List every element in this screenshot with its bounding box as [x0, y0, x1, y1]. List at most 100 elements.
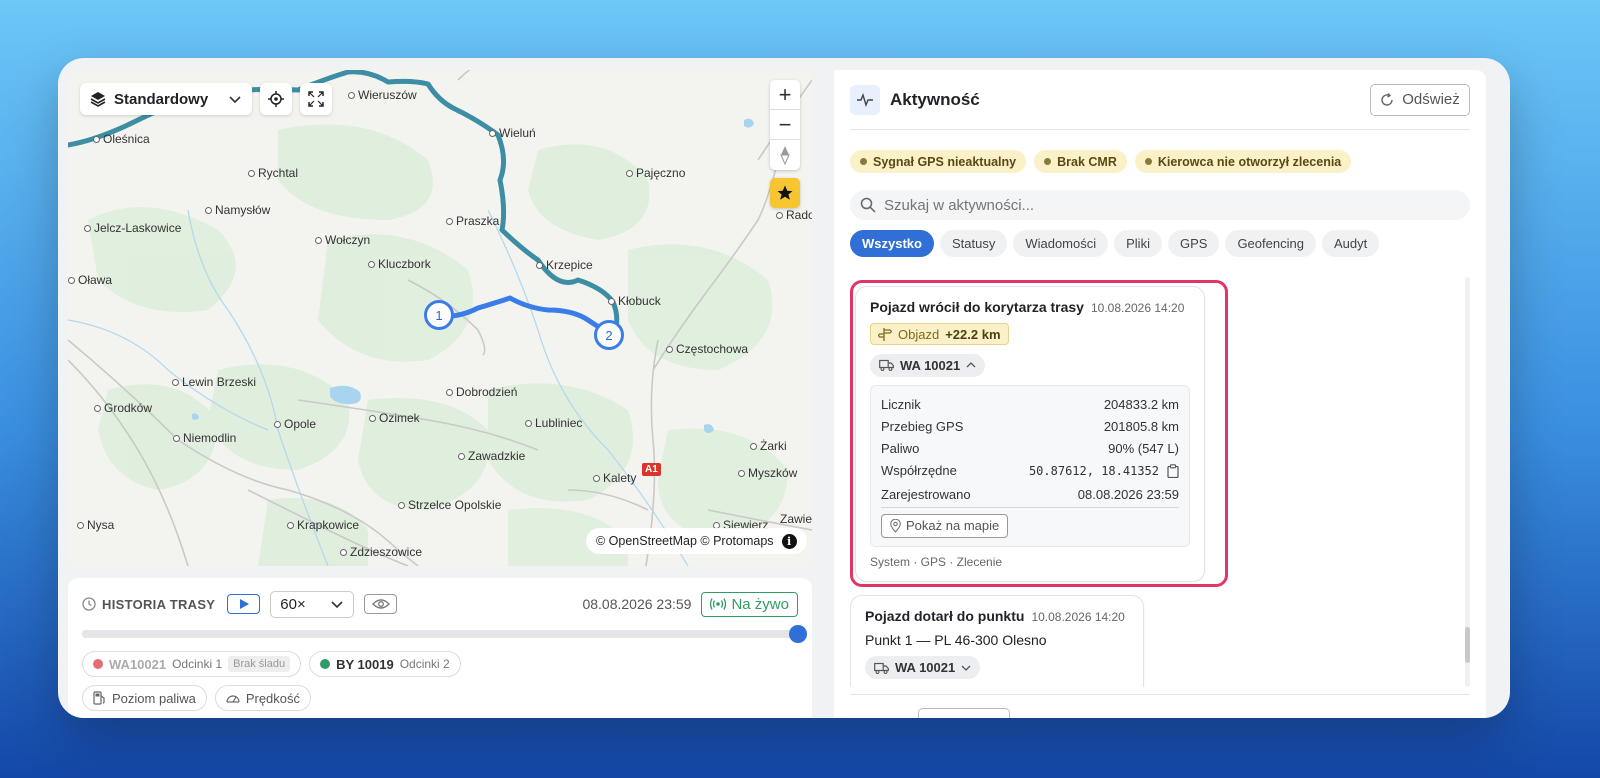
event-time: 10.08.2026 14:20 — [1090, 301, 1185, 315]
town-label: Strzelce Opolskie — [398, 498, 501, 512]
alert-missing-cmr[interactable]: Brak CMR — [1034, 150, 1127, 173]
refresh-label: Odśwież — [1402, 91, 1460, 108]
town-label: Praszka — [446, 214, 499, 228]
timeline-slider[interactable] — [82, 625, 807, 643]
compass-button[interactable] — [770, 140, 800, 170]
fullscreen-button[interactable] — [300, 83, 332, 115]
town-label: Oława — [68, 273, 112, 287]
play-button[interactable] — [227, 594, 261, 614]
detour-value: +22.2 km — [945, 326, 1001, 342]
truck-icon — [879, 359, 894, 371]
playback-speed-select[interactable]: 60× — [270, 590, 355, 618]
timeline-fill — [82, 630, 798, 638]
activity-search-input[interactable] — [884, 196, 1460, 214]
tab-audit[interactable]: Audyt — [1321, 230, 1380, 257]
layers-icon — [90, 92, 106, 107]
town-label: Zawadzkie — [458, 449, 525, 463]
tab-all[interactable]: Wszystko — [850, 230, 934, 257]
detail-row: Przebieg GPS 201805.8 km — [881, 419, 1179, 434]
fuel-level-label: Poziom paliwa — [112, 690, 196, 706]
town-label: Lewin Brzeski — [172, 375, 256, 389]
activity-title: Aktywność — [890, 89, 980, 109]
vehicle-segments: Odcinki 1 — [172, 657, 223, 671]
copy-icon[interactable] — [1167, 463, 1179, 478]
town-label: Wieluń — [489, 126, 536, 140]
speedometer-icon — [226, 695, 240, 703]
attribution-text: © OpenStreetMap © Protomaps — [596, 534, 774, 548]
detail-row: Paliwo 90% (547 L) — [881, 441, 1179, 456]
expand-icon — [308, 91, 324, 107]
vehicle-chip-by10019[interactable]: BY 10019 Odcinki 2 — [309, 651, 461, 677]
event-card-point-reached[interactable]: Pojazd dotarł do punktu 10.08.2026 14:20… — [850, 595, 1144, 687]
detail-row: Zarejestrowano 08.08.2026 23:59 — [881, 482, 1179, 508]
show-on-map-button[interactable]: Pokaż na mapie — [881, 513, 1009, 538]
alert-gps-stale[interactable]: Sygnał GPS nieaktualny — [850, 150, 1027, 173]
event-time: 10.08.2026 14:20 — [1031, 610, 1125, 624]
activity-tabs: Wszystko Statusy Wiadomości Pliki GPS Ge… — [850, 230, 1470, 257]
route-history-panel: HISTORIA TRASY 60× 08.08.2026 23:59 Na ż… — [68, 578, 812, 718]
town-label: Żarki — [750, 439, 787, 453]
town-label: Niemodlin — [173, 431, 236, 445]
refresh-button[interactable]: Odśwież — [1370, 83, 1470, 116]
live-button[interactable]: Na żywo — [701, 591, 798, 617]
history-title-text: HISTORIA TRASY — [102, 596, 216, 612]
locate-button[interactable] — [260, 83, 292, 115]
town-label: Zdzieszowice — [340, 545, 422, 559]
tab-gps[interactable]: GPS — [1167, 230, 1220, 257]
speed-toggle[interactable]: Prędkość — [214, 685, 312, 711]
favorite-button[interactable] — [770, 178, 800, 208]
town-label: Namysłów — [205, 203, 270, 217]
tab-messages[interactable]: Wiadomości — [1013, 230, 1109, 257]
route-marker-1[interactable]: 1 — [424, 300, 454, 330]
event-card-route-return[interactable]: Pojazd wrócił do korytarza trasy 10.08.2… — [855, 286, 1205, 582]
town-label: Pajęczno — [626, 166, 685, 180]
alert-list: Sygnał GPS nieaktualny Brak CMR Kierowca… — [850, 150, 1470, 173]
event-title: Pojazd wrócił do korytarza trasy — [870, 299, 1084, 315]
vehicle-name: WA10021 — [109, 656, 167, 672]
info-icon[interactable]: i — [781, 533, 797, 549]
town-label: Kluczbork — [368, 257, 431, 271]
zoom-in-button[interactable]: + — [770, 80, 800, 110]
tab-geofencing[interactable]: Geofencing — [1225, 230, 1316, 257]
alert-order-not-opened[interactable]: Kierowca nie otworzył zlecenia — [1134, 150, 1352, 173]
activity-feed[interactable]: Pojazd wrócił do korytarza trasy 10.08.2… — [850, 277, 1470, 687]
play-icon — [239, 599, 249, 609]
zoom-out-button[interactable]: − — [770, 110, 800, 140]
map-attribution: © OpenStreetMap © Protomaps i — [586, 528, 807, 554]
vehicle-chip-wa10021[interactable]: WA10021 Odcinki 1 Brak śladu — [82, 651, 302, 677]
feed-scrollbar[interactable] — [1465, 277, 1470, 687]
vehicle-tag[interactable]: WA 10021 — [870, 353, 986, 377]
chevron-up-icon — [966, 362, 976, 368]
town-label: Grodków — [94, 401, 152, 415]
chevron-down-icon — [961, 665, 971, 671]
event-description: Punkt 1 — PL 46-300 Olesno — [865, 632, 1047, 648]
town-label: Dobrodzień — [446, 385, 517, 399]
speed-label: Prędkość — [245, 690, 301, 706]
timeline-handle[interactable] — [789, 625, 807, 643]
event-title: Pojazd dotarł do punktu — [865, 608, 1025, 624]
tab-statuses[interactable]: Statusy — [939, 230, 1008, 257]
town-label: Krapkowice — [287, 518, 359, 532]
map-view[interactable]: Oleśnica Wieruszów Wieluń Pajęczno Rycht… — [68, 70, 812, 566]
town-label: Wieruszów — [348, 88, 417, 102]
route-marker-2[interactable]: 2 — [594, 320, 624, 350]
map-pin-icon — [890, 518, 901, 533]
town-label: Rychtal — [248, 166, 298, 180]
load-more-button[interactable] — [918, 708, 1010, 718]
panel-divider — [850, 694, 1470, 695]
tab-files[interactable]: Pliki — [1114, 230, 1162, 257]
vehicle-segments: Odcinki 2 — [399, 657, 450, 671]
fuel-level-toggle[interactable]: Poziom paliwa — [82, 685, 207, 711]
history-timestamp: 08.08.2026 23:59 — [582, 596, 692, 612]
live-label: Na żywo — [731, 595, 789, 613]
town-label: Lubliniec — [525, 416, 582, 430]
broadcast-icon — [710, 598, 727, 610]
town-label: Oleśnica — [93, 132, 150, 146]
visibility-toggle[interactable] — [364, 594, 398, 614]
town-label: Ozimek — [369, 411, 420, 425]
detail-row: Licznik 204833.2 km — [881, 397, 1179, 412]
map-layer-select[interactable]: Standardowy — [80, 83, 252, 115]
vehicle-tag[interactable]: WA 10021 — [865, 656, 981, 679]
zoom-controls: + − — [770, 80, 800, 170]
coordinates-value: 50.87612, 18.41352 — [1028, 463, 1159, 478]
